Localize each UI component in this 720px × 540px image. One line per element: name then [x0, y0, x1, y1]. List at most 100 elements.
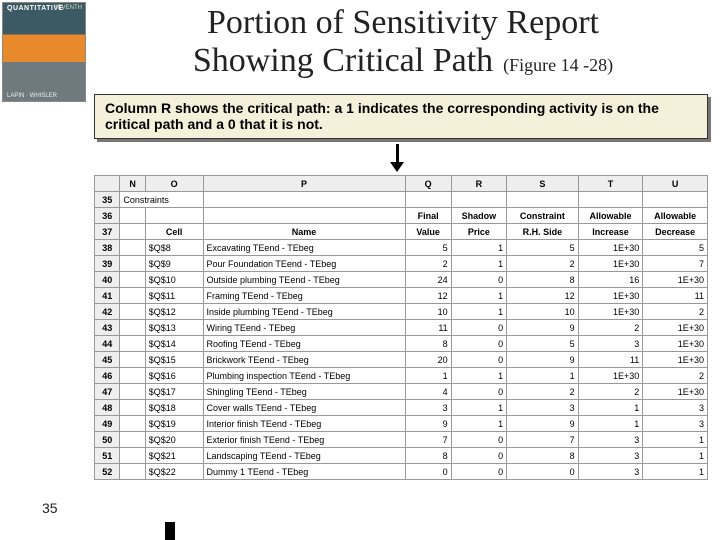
- rownum: 45: [95, 352, 120, 368]
- allow-decrease: 3: [643, 416, 708, 432]
- col-U: U: [643, 176, 708, 192]
- col-Q: Q: [405, 176, 451, 192]
- allow-increase: 1: [578, 400, 643, 416]
- rhs: 9: [507, 320, 579, 336]
- shadow-price: 0: [451, 384, 506, 400]
- rhs: 10: [507, 304, 579, 320]
- allow-decrease: 7: [643, 256, 708, 272]
- cell-ref: $Q$11: [145, 288, 203, 304]
- title-line-2: Showing Critical Path: [193, 42, 493, 79]
- allow-decrease: 1E+30: [643, 320, 708, 336]
- col-O: O: [145, 176, 203, 192]
- table-row: 44$Q$14Roofing TEend - TEbeg80531E+30: [95, 336, 708, 352]
- table-row: 50$Q$20Exterior finish TEend - TEbeg7073…: [95, 432, 708, 448]
- rhs: 8: [507, 272, 579, 288]
- activity-name: Landscaping TEend - TEbeg: [203, 448, 405, 464]
- shadow-price: 1: [451, 304, 506, 320]
- rhs: 3: [507, 400, 579, 416]
- footer-tick: [165, 522, 175, 540]
- rownum: 35: [95, 192, 120, 208]
- shadow-price: 0: [451, 448, 506, 464]
- hdr-increase: Increase: [578, 224, 643, 240]
- book-cover-thumbnail: QUANTITATIVE SEVENTH LAPIN · WHISLER: [2, 2, 86, 102]
- shadow-price: 1: [451, 256, 506, 272]
- slide-number: 35: [42, 500, 58, 516]
- final-value: 24: [405, 272, 451, 288]
- blank: [120, 416, 145, 432]
- rhs: 9: [507, 352, 579, 368]
- rownum: 38: [95, 240, 120, 256]
- final-value: 8: [405, 336, 451, 352]
- table-row: 40$Q$10Outside plumbing TEend - TEbeg240…: [95, 272, 708, 288]
- allow-increase: 1E+30: [578, 288, 643, 304]
- allow-increase: 2: [578, 320, 643, 336]
- column-letter-row: N O P Q R S T U: [95, 176, 708, 192]
- cell-ref: $Q$18: [145, 400, 203, 416]
- allow-decrease: 1E+30: [643, 384, 708, 400]
- activity-name: Wiring TEend - TEbeg: [203, 320, 405, 336]
- cell-ref: $Q$13: [145, 320, 203, 336]
- allow-decrease: 1E+30: [643, 272, 708, 288]
- rhs: 2: [507, 384, 579, 400]
- activity-name: Dummy 1 TEend - TEbeg: [203, 464, 405, 480]
- hdr-price: Price: [451, 224, 506, 240]
- blank: [120, 352, 145, 368]
- rownum: 46: [95, 368, 120, 384]
- shadow-price: 0: [451, 464, 506, 480]
- activity-name: Brickwork TEend - TEbeg: [203, 352, 405, 368]
- table-row: 38$Q$8Excavating TEend - TEbeg5151E+305: [95, 240, 708, 256]
- final-value: 2: [405, 256, 451, 272]
- blank: [120, 320, 145, 336]
- rownum: 39: [95, 256, 120, 272]
- table-row: 43$Q$13Wiring TEend - TEbeg110921E+30: [95, 320, 708, 336]
- blank: [120, 288, 145, 304]
- corner-cell: [95, 176, 120, 192]
- rhs: 1: [507, 368, 579, 384]
- allow-decrease: 1E+30: [643, 352, 708, 368]
- allow-increase: 3: [578, 336, 643, 352]
- final-value: 9: [405, 416, 451, 432]
- hdr-allow-1: Allowable: [578, 208, 643, 224]
- blank: [120, 272, 145, 288]
- callout-text: Column R shows the critical path: a 1 in…: [105, 100, 659, 132]
- allow-increase: 3: [578, 448, 643, 464]
- activity-name: Cover walls TEend - TEbeg: [203, 400, 405, 416]
- col-T: T: [578, 176, 643, 192]
- allow-decrease: 1: [643, 432, 708, 448]
- cell-ref: $Q$21: [145, 448, 203, 464]
- row-37: 37 Cell Name Value Price R.H. Side Incre…: [95, 224, 708, 240]
- title-line-1: Portion of Sensitivity Report: [207, 4, 599, 41]
- final-value: 11: [405, 320, 451, 336]
- hdr-cell: Cell: [145, 224, 203, 240]
- rhs: 5: [507, 336, 579, 352]
- final-value: 10: [405, 304, 451, 320]
- hdr-decrease: Decrease: [643, 224, 708, 240]
- final-value: 5: [405, 240, 451, 256]
- table-row: 41$Q$11Framing TEend - TEbeg121121E+3011: [95, 288, 708, 304]
- rownum: 42: [95, 304, 120, 320]
- final-value: 8: [405, 448, 451, 464]
- shadow-price: 0: [451, 320, 506, 336]
- shadow-price: 0: [451, 272, 506, 288]
- cell-ref: $Q$19: [145, 416, 203, 432]
- table-row: 45$Q$15Brickwork TEend - TEbeg2009111E+3…: [95, 352, 708, 368]
- shadow-price: 0: [451, 352, 506, 368]
- rhs: 7: [507, 432, 579, 448]
- allow-increase: 11: [578, 352, 643, 368]
- thumb-edition: SEVENTH: [54, 5, 82, 11]
- allow-decrease: 2: [643, 368, 708, 384]
- hdr-value: Value: [405, 224, 451, 240]
- final-value: 0: [405, 464, 451, 480]
- hdr-name: Name: [203, 224, 405, 240]
- shadow-price: 1: [451, 240, 506, 256]
- allow-decrease: 1: [643, 464, 708, 480]
- shadow-price: 0: [451, 432, 506, 448]
- rownum: 41: [95, 288, 120, 304]
- rownum: 47: [95, 384, 120, 400]
- spreadsheet-region: N O P Q R S T U 35 Constraints 36 Final …: [94, 175, 708, 480]
- col-P: P: [203, 176, 405, 192]
- blank: [120, 400, 145, 416]
- allow-increase: 2: [578, 384, 643, 400]
- activity-name: Inside plumbing TEend - TEbeg: [203, 304, 405, 320]
- blank: [120, 432, 145, 448]
